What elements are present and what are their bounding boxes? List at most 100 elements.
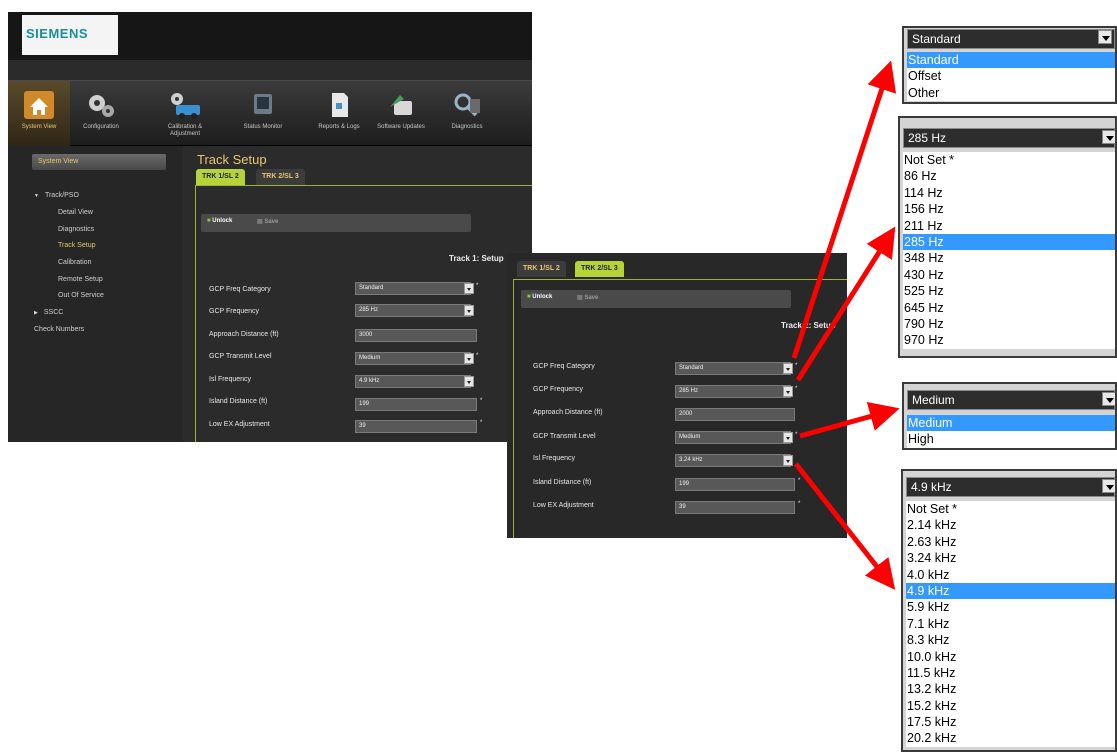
save-button[interactable]: ▤ Save bbox=[257, 218, 278, 225]
nav-item-diagnostics[interactable]: Diagnostics bbox=[58, 226, 94, 233]
low-ex-adjustment-input[interactable]: 39 bbox=[675, 501, 795, 514]
toolbar-label: Reports & Logs bbox=[318, 124, 360, 130]
dropdown-option[interactable]: 2.63 kHz bbox=[906, 534, 1115, 550]
dropdown-option[interactable]: 86 Hz bbox=[903, 168, 1115, 184]
chevron-down-icon[interactable] bbox=[464, 283, 474, 294]
toolbar-reports-logs[interactable]: Reports & Logs bbox=[308, 81, 370, 147]
chevron-down-icon[interactable] bbox=[1098, 30, 1112, 44]
dropdown-header[interactable]: 4.9 kHz bbox=[906, 477, 1115, 497]
unlock-button[interactable]: ■ Unlock bbox=[207, 218, 232, 224]
transmit-level-select[interactable]: Medium bbox=[355, 352, 471, 365]
dropdown-option[interactable]: 2.14 kHz bbox=[906, 517, 1115, 533]
nav-item-track-pso[interactable]: ▼ Track/PSO bbox=[34, 192, 79, 199]
toolbar-label: Status Monitor bbox=[243, 124, 283, 130]
dropdown-header[interactable]: 285 Hz bbox=[903, 128, 1115, 148]
dropdown-option[interactable]: 5.9 kHz bbox=[906, 599, 1115, 615]
gcp-frequency-select[interactable]: 285 Hz bbox=[355, 304, 471, 317]
nav-header[interactable]: System View bbox=[32, 154, 166, 170]
nav-item-detail-view[interactable]: Detail View bbox=[58, 209, 93, 216]
dropdown-option[interactable]: 790 Hz bbox=[903, 316, 1115, 332]
tab-trk2[interactable]: TRK 2/SL 3 bbox=[575, 261, 624, 277]
nav-item-out-of-service[interactable]: Out Of Service bbox=[58, 292, 104, 299]
dropdown-option[interactable]: 970 Hz bbox=[903, 332, 1115, 348]
tab-trk1[interactable]: TRK 1/SL 2 bbox=[517, 261, 566, 277]
dropdown-option[interactable]: 525 Hz bbox=[903, 283, 1115, 299]
isl-frequency-select[interactable]: 4.9 kHz bbox=[355, 375, 471, 388]
toolbar-diagnostics[interactable]: Diagnostics bbox=[436, 81, 498, 147]
unlock-button[interactable]: ■ Unlock bbox=[527, 294, 552, 300]
freq-category-select[interactable]: Standard bbox=[675, 362, 791, 375]
gcp-frequency-dropdown: 285 Hz Not Set * 86 Hz 114 Hz 156 Hz 211… bbox=[898, 116, 1117, 358]
island-distance-input[interactable]: 199 bbox=[355, 398, 477, 411]
tab-trk1[interactable]: TRK 1/SL 2 bbox=[196, 169, 245, 185]
chevron-down-icon[interactable] bbox=[1102, 130, 1115, 144]
dropdown-option[interactable]: 3.24 kHz bbox=[906, 550, 1115, 566]
toolbar-label: Configuration bbox=[83, 124, 119, 130]
page-title: Track Setup bbox=[197, 152, 267, 167]
dropdown-option[interactable]: 11.5 kHz bbox=[906, 665, 1115, 681]
island-distance-input[interactable]: 199 bbox=[675, 478, 795, 491]
dropdown-option[interactable]: Offset bbox=[907, 68, 1115, 84]
nav-item-remote-setup[interactable]: Remote Setup bbox=[58, 276, 103, 283]
dropdown-option[interactable]: Not Set * bbox=[906, 501, 1115, 517]
field-label: Isl Frequency bbox=[533, 455, 576, 462]
dropdown-option[interactable]: 17.5 kHz bbox=[906, 714, 1115, 730]
field-label: GCP Transmit Level bbox=[209, 353, 272, 360]
dropdown-option[interactable]: 4.0 kHz bbox=[906, 567, 1115, 583]
brand-bar: SIEMENS bbox=[8, 12, 532, 60]
dropdown-header[interactable]: Standard bbox=[907, 29, 1115, 49]
chevron-down-icon[interactable] bbox=[464, 305, 474, 316]
toolbar-system-view[interactable]: System View bbox=[8, 81, 70, 147]
dropdown-option[interactable]: 13.2 kHz bbox=[906, 681, 1115, 697]
dropdown-option[interactable]: Not Set * bbox=[903, 152, 1115, 168]
toolbar-configuration[interactable]: Configuration bbox=[70, 81, 132, 147]
dropdown-option[interactable]: 285 Hz bbox=[903, 233, 1115, 251]
dropdown-option[interactable]: 156 Hz bbox=[903, 201, 1115, 217]
main-window: SIEMENS System View Configuration Calibr… bbox=[8, 12, 532, 442]
dropdown-option[interactable]: 211 Hz bbox=[903, 218, 1115, 234]
chevron-down-icon[interactable] bbox=[783, 363, 793, 374]
freq-category-select[interactable]: Standard bbox=[355, 282, 471, 295]
dropdown-option[interactable]: Other bbox=[907, 85, 1115, 101]
dropdown-option[interactable]: 645 Hz bbox=[903, 300, 1115, 316]
chevron-down-icon[interactable] bbox=[1102, 479, 1115, 493]
nav-item-calibration[interactable]: Calibration bbox=[58, 259, 91, 266]
approach-distance-input[interactable]: 2000 bbox=[675, 408, 795, 421]
dropdown-option[interactable]: 15.2 kHz bbox=[906, 698, 1115, 714]
dropdown-option[interactable]: 20.2 kHz bbox=[906, 730, 1115, 746]
low-ex-adjustment-input[interactable]: 39 bbox=[355, 420, 477, 433]
dropdown-option[interactable]: High bbox=[907, 431, 1115, 447]
dropdown-option[interactable]: Standard bbox=[907, 52, 1115, 69]
dropdown-option[interactable]: 348 Hz bbox=[903, 250, 1115, 266]
gcp-frequency-select[interactable]: 285 Hz bbox=[675, 385, 791, 398]
collapsed-triangle-icon: ▶ bbox=[34, 310, 38, 316]
chevron-down-icon[interactable] bbox=[464, 376, 474, 387]
transmit-level-select[interactable]: Medium bbox=[675, 431, 791, 444]
chevron-down-icon[interactable] bbox=[464, 353, 474, 364]
nav-item-check-numbers[interactable]: Check Numbers bbox=[34, 326, 84, 333]
dropdown-option[interactable]: 8.3 kHz bbox=[906, 632, 1115, 648]
dropdown-option[interactable]: Medium bbox=[907, 415, 1115, 432]
chevron-down-icon[interactable] bbox=[783, 386, 793, 397]
toolbar-software-updates[interactable]: Software Updates bbox=[370, 81, 432, 147]
tab-trk2[interactable]: TRK 2/SL 3 bbox=[256, 169, 305, 185]
main-toolbar: System View Configuration Calibration & … bbox=[8, 80, 532, 147]
dropdown-option[interactable]: 10.0 kHz bbox=[906, 649, 1115, 665]
dropdown-option[interactable]: 430 Hz bbox=[903, 267, 1115, 283]
dropdown-option[interactable]: 114 Hz bbox=[903, 185, 1115, 201]
dropdown-header[interactable]: Medium bbox=[907, 390, 1115, 410]
isl-frequency-select[interactable]: 3.24 kHz bbox=[675, 454, 791, 467]
dropdown-option[interactable]: 4.9 kHz bbox=[906, 582, 1115, 600]
nav-item-track-setup[interactable]: Track Setup bbox=[58, 242, 95, 249]
track-setup-content: Track Setup TRK 1/SL 2 TRK 2/SL 3 ■ Unlo… bbox=[183, 146, 532, 442]
field-label: GCP Transmit Level bbox=[533, 433, 596, 440]
approach-distance-input[interactable]: 3000 bbox=[355, 329, 477, 342]
toolbar-status-monitor[interactable]: Status Monitor bbox=[232, 81, 294, 147]
toolbar-calibration[interactable]: Calibration & Adjustment bbox=[154, 81, 216, 147]
chevron-down-icon[interactable] bbox=[1102, 392, 1115, 406]
chevron-down-icon[interactable] bbox=[783, 455, 793, 466]
dropdown-option[interactable]: 7.1 kHz bbox=[906, 616, 1115, 632]
chevron-down-icon[interactable] bbox=[783, 432, 793, 443]
nav-item-sscc[interactable]: ▶ SSCC bbox=[34, 309, 63, 316]
save-button[interactable]: ▤ Save bbox=[577, 294, 598, 301]
